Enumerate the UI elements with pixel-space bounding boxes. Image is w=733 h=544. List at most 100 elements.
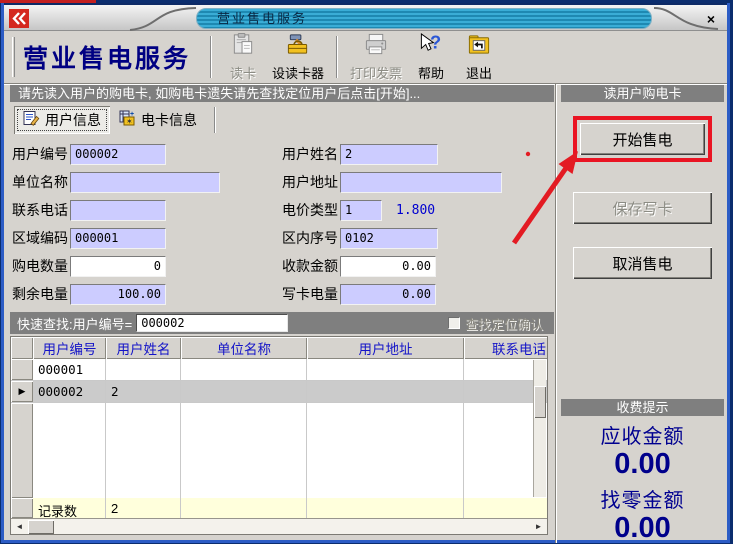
- price-type-field[interactable]: [340, 200, 382, 221]
- column-header[interactable]: 用户地址: [307, 337, 464, 359]
- receivable-label: 应收金额: [561, 420, 724, 449]
- row-marker: [11, 359, 33, 381]
- table-row[interactable]: 000001: [11, 359, 547, 381]
- print-invoice-icon: [363, 32, 389, 62]
- cancel-sale-button[interactable]: 取消售电: [573, 247, 712, 279]
- field-label: 区域编码: [12, 228, 70, 248]
- scroll-left-arrow-icon[interactable]: ◄: [12, 520, 27, 534]
- cell-address: [307, 381, 464, 403]
- receivable-value: 0.00: [561, 449, 724, 479]
- exit-button[interactable]: 退出: [455, 32, 503, 82]
- quick-search-label: 快速查找:用户编号=: [17, 314, 132, 333]
- field-label: 电价类型: [282, 200, 340, 220]
- tab-user-info[interactable]: 用户信息: [14, 106, 110, 134]
- column-header[interactable]: 单位名称: [181, 337, 307, 359]
- titlebar-swoosh-left: [126, 5, 198, 32]
- record-count-label: 记录数: [33, 498, 106, 518]
- scroll-right-arrow-icon[interactable]: ►: [531, 520, 546, 534]
- change-label: 找零金额: [561, 484, 724, 513]
- pane-divider: [555, 84, 557, 543]
- setup-reader-icon: [285, 32, 311, 62]
- serial-in-region-field[interactable]: [340, 228, 438, 249]
- field-label: 剩余电量: [12, 284, 70, 304]
- tab-separator: [214, 107, 216, 133]
- horizontal-scrollbar[interactable]: ◄ ►: [11, 518, 547, 534]
- column-header[interactable]: 联系电话: [464, 337, 547, 359]
- setup-reader-button[interactable]: 设读卡器: [267, 32, 329, 82]
- titlebar[interactable]: 营业售电服务 ×: [4, 3, 727, 31]
- print-invoice-button[interactable]: 打印发票: [345, 32, 407, 82]
- cell-user-id: 000002: [33, 381, 106, 403]
- cell-address: [307, 359, 464, 381]
- card-write-energy-field[interactable]: [340, 284, 436, 305]
- column-header[interactable]: 用户姓名: [106, 337, 181, 359]
- toolbar: 营业售电服务 读卡 设读卡器 打印发票 ? 帮助: [4, 31, 727, 84]
- field-label: 联系电话: [12, 200, 70, 220]
- titlebar-pill: 营业售电服务: [196, 8, 652, 29]
- user-name-field[interactable]: [340, 144, 438, 165]
- fee-panel: 应收金额 0.00 找零金额 0.00: [561, 416, 724, 543]
- tab-bar: 用户信息 +✶ 电卡信息: [10, 102, 554, 136]
- close-button[interactable]: ×: [702, 10, 720, 28]
- change-value: 0.00: [561, 513, 724, 543]
- help-icon: ?: [418, 32, 444, 62]
- cell-user-name: 2: [106, 381, 181, 403]
- field-label: 写卡电量: [282, 284, 340, 304]
- cell-user-name: [106, 359, 181, 381]
- read-card-label: 读卡: [230, 63, 256, 82]
- field-label: 收款金额: [282, 256, 340, 276]
- horizontal-scrollbar-thumb[interactable]: [28, 520, 54, 534]
- row-marker: ▶: [11, 381, 33, 403]
- remaining-energy-field[interactable]: [70, 284, 166, 305]
- exit-label: 退出: [466, 63, 492, 82]
- help-button[interactable]: ? 帮助: [407, 32, 455, 82]
- toolbar-gripper: [12, 37, 15, 77]
- card-info-icon: +✶: [119, 110, 136, 129]
- table-header-row: 用户编号 用户姓名 单位名称 用户地址 联系电话: [11, 337, 547, 359]
- user-address-field[interactable]: [340, 172, 502, 193]
- quick-search-input[interactable]: [136, 314, 288, 332]
- status-message: 请先读入用户的购电卡, 如购电卡遗失请先查找定位用户后点击[开始]...: [10, 85, 554, 102]
- find-confirm-checkbox[interactable]: [448, 317, 460, 329]
- vertical-scrollbar[interactable]: [533, 360, 546, 497]
- user-form: 用户编号 单位名称 联系电话 区域编码 购电数量 剩余电量 用户姓名 用户地址 …: [10, 136, 554, 308]
- print-invoice-label: 打印发票: [350, 63, 402, 82]
- help-label: 帮助: [418, 63, 444, 82]
- table-empty-area: [11, 403, 547, 498]
- read-card-button[interactable]: 读卡: [219, 32, 267, 82]
- exit-icon: [466, 32, 492, 62]
- amount-received-field[interactable]: [340, 256, 436, 277]
- record-count-value: 2: [106, 498, 181, 518]
- cell-company: [181, 381, 307, 403]
- quick-search-bar: 快速查找:用户编号= 查找定位确认: [10, 312, 554, 334]
- user-table: 用户编号 用户姓名 单位名称 用户地址 联系电话 000001: [10, 336, 548, 535]
- svg-text:✶: ✶: [126, 117, 133, 126]
- page-title: 营业售电服务: [23, 39, 191, 75]
- vertical-scrollbar-thumb[interactable]: [534, 386, 546, 418]
- field-label: 用户姓名: [282, 144, 340, 164]
- user-id-field[interactable]: [70, 144, 166, 165]
- tab-card-info[interactable]: +✶ 电卡信息: [110, 106, 206, 134]
- toolbar-separator: [336, 36, 338, 78]
- unit-price-value: 1.800: [396, 203, 435, 218]
- purchase-qty-field[interactable]: [70, 256, 166, 277]
- field-label: 用户地址: [282, 172, 340, 192]
- table-row-selected[interactable]: ▶ 000002 2: [11, 381, 547, 403]
- company-name-field[interactable]: [70, 172, 220, 193]
- row-selector-header: [11, 337, 33, 359]
- setup-reader-label: 设读卡器: [272, 63, 324, 82]
- user-info-icon: [23, 110, 40, 129]
- region-code-field[interactable]: [70, 228, 166, 249]
- save-write-card-button[interactable]: 保存写卡: [573, 192, 712, 224]
- tab-user-info-label: 用户信息: [45, 110, 101, 130]
- toolbar-separator: [210, 36, 212, 78]
- field-label: 用户编号: [12, 144, 70, 164]
- find-confirm-label: 查找定位确认: [465, 314, 543, 333]
- column-header[interactable]: 用户编号: [33, 337, 106, 359]
- start-sale-button[interactable]: 开始售电: [580, 123, 705, 155]
- field-label: 区内序号: [282, 228, 340, 248]
- app-window: 营业售电服务 × 营业售电服务 读卡 设读卡器 打印发票: [1, 3, 730, 543]
- field-label: 购电数量: [12, 256, 70, 276]
- phone-field[interactable]: [70, 200, 166, 221]
- field-label: 单位名称: [12, 172, 70, 192]
